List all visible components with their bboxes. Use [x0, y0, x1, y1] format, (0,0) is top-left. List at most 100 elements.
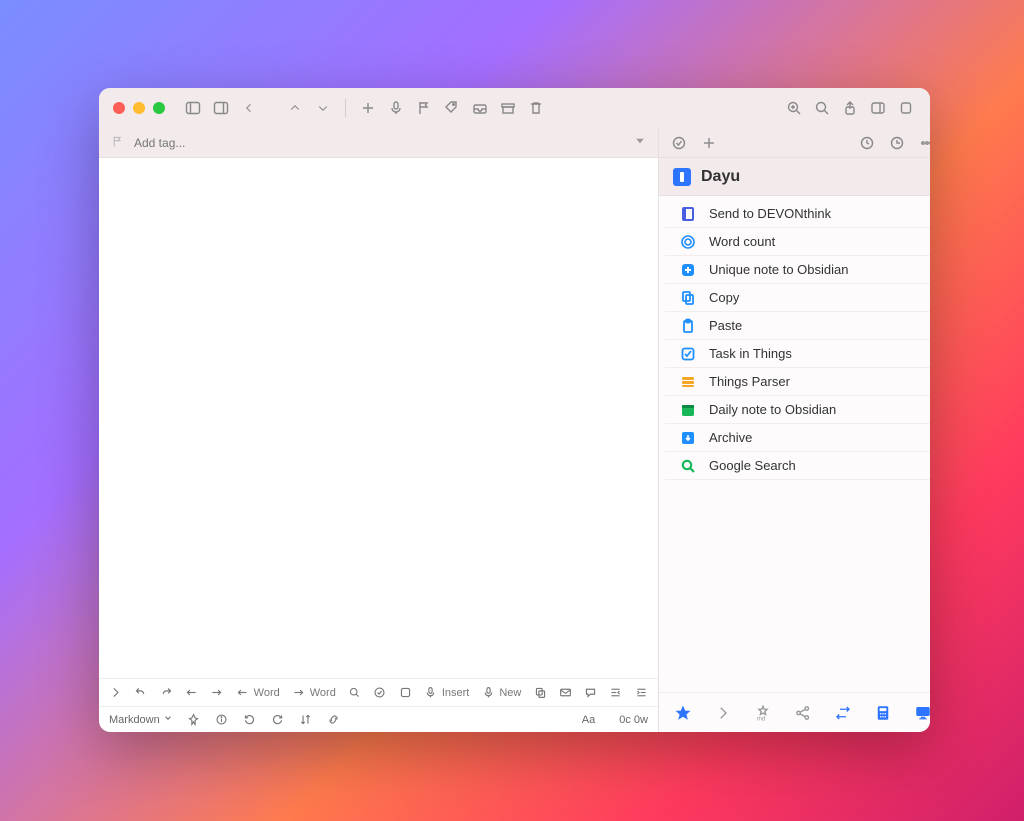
tag-icon[interactable] [442, 98, 462, 118]
share-nodes-icon[interactable] [793, 703, 813, 723]
mode-dropdown[interactable]: Markdown [109, 713, 173, 726]
word-right-label: Word [310, 687, 336, 699]
check-icon[interactable] [373, 686, 386, 700]
flag-icon[interactable] [414, 98, 434, 118]
action-send-devonthink[interactable]: Send to DEVONthink [665, 200, 930, 228]
archive-down-icon [679, 430, 697, 446]
action-label: Send to DEVONthink [709, 206, 831, 221]
app-window: Word Word Insert New [99, 88, 930, 732]
md-star-icon[interactable]: md [753, 703, 773, 723]
copy-icon[interactable] [533, 686, 546, 700]
link-icon[interactable] [327, 713, 341, 727]
find-icon[interactable] [348, 686, 361, 700]
mail-icon[interactable] [559, 686, 572, 700]
status-bar: Markdown Aa 0c 0w [99, 706, 658, 732]
insert-button[interactable]: Insert [424, 686, 470, 700]
tag-bar [99, 128, 658, 158]
font-label[interactable]: Aa [582, 714, 595, 726]
action-archive[interactable]: Archive [665, 424, 930, 452]
editor-pane: Word Word Insert New [99, 128, 659, 732]
swap-icon[interactable] [833, 703, 853, 723]
refresh-cw-icon[interactable] [271, 713, 285, 727]
search-green-icon [679, 458, 697, 474]
mic-icon[interactable] [386, 98, 406, 118]
arrow-right-icon[interactable] [210, 686, 223, 700]
action-label: Google Search [709, 458, 796, 473]
insert-label: Insert [442, 687, 470, 699]
action-label: Paste [709, 318, 742, 333]
inbox-icon[interactable] [470, 98, 490, 118]
clipboard-icon [679, 318, 697, 334]
undo-icon[interactable] [134, 686, 147, 700]
zoom-window-button[interactable] [153, 102, 165, 114]
action-label: Task in Things [709, 346, 792, 361]
plus-icon[interactable] [699, 133, 719, 153]
preview-icon[interactable] [896, 98, 916, 118]
indent-right-icon[interactable] [635, 686, 648, 700]
svg-text:md: md [757, 716, 765, 722]
tag-dropdown-icon[interactable] [634, 135, 646, 150]
word-left-button[interactable]: Word [236, 686, 280, 700]
action-task-things[interactable]: Task in Things [665, 340, 930, 368]
sidebar-left-toggle-icon[interactable] [183, 98, 203, 118]
action-label: Things Parser [709, 374, 790, 389]
actions-bottombar: md [659, 692, 930, 732]
action-copy[interactable]: Copy [665, 284, 930, 312]
panel-icon[interactable] [868, 98, 888, 118]
pin-icon[interactable] [187, 713, 201, 727]
group-icon [673, 168, 691, 186]
calendar-icon [679, 402, 697, 418]
archive-icon[interactable] [498, 98, 518, 118]
action-label: Unique note to Obsidian [709, 262, 848, 277]
editor-area[interactable] [99, 158, 658, 678]
calculator-icon[interactable] [873, 703, 893, 723]
word-right-button[interactable]: Word [292, 686, 336, 700]
word-left-label: Word [254, 687, 280, 699]
sort-icon[interactable] [299, 713, 313, 727]
down-button[interactable] [313, 98, 333, 118]
display-icon[interactable] [913, 703, 930, 723]
action-daily-note-obsidian[interactable]: Daily note to Obsidian [665, 396, 930, 424]
tag-input[interactable] [134, 136, 634, 150]
refresh-icon[interactable] [857, 133, 877, 153]
devonthink-icon [679, 206, 697, 222]
action-word-count[interactable]: Word count [665, 228, 930, 256]
action-unique-note-obsidian[interactable]: Unique note to Obsidian [665, 256, 930, 284]
indent-left-icon[interactable] [609, 686, 622, 700]
refresh-ccw-icon[interactable] [243, 713, 257, 727]
actions-list: Send to DEVONthink Word count Unique not… [659, 196, 930, 692]
redo-icon[interactable] [160, 686, 173, 700]
arrow-left-icon[interactable] [185, 686, 198, 700]
target-icon [679, 234, 697, 250]
new-button[interactable]: New [481, 686, 521, 700]
trash-icon[interactable] [526, 98, 546, 118]
editor-toolbar: Word Word Insert New [99, 678, 658, 706]
share-icon[interactable] [840, 98, 860, 118]
history-icon[interactable] [887, 133, 907, 153]
chevron-right-icon[interactable] [109, 686, 122, 700]
up-button[interactable] [285, 98, 305, 118]
action-google-search[interactable]: Google Search [665, 452, 930, 480]
zoom-in-icon[interactable] [784, 98, 804, 118]
copy-icon [679, 290, 697, 306]
forward-icon[interactable] [713, 703, 733, 723]
info-icon[interactable] [215, 713, 229, 727]
sidebar-right-toggle-icon[interactable] [211, 98, 231, 118]
search-icon[interactable] [812, 98, 832, 118]
comment-icon[interactable] [584, 686, 597, 700]
back-button[interactable] [239, 98, 259, 118]
star-icon[interactable] [673, 703, 693, 723]
action-things-parser[interactable]: Things Parser [665, 368, 930, 396]
new-icon[interactable] [358, 98, 378, 118]
close-window-button[interactable] [113, 102, 125, 114]
minimize-window-button[interactable] [133, 102, 145, 114]
check-circle-icon[interactable] [669, 133, 689, 153]
checkbox-icon [679, 346, 697, 362]
action-paste[interactable]: Paste [665, 312, 930, 340]
content-split: Word Word Insert New [99, 128, 930, 732]
list-icon [679, 374, 697, 390]
actions-title-bar: Dayu [659, 158, 930, 196]
more-icon[interactable] [917, 133, 930, 153]
mode-label: Markdown [109, 714, 160, 726]
date-icon[interactable] [398, 686, 411, 700]
